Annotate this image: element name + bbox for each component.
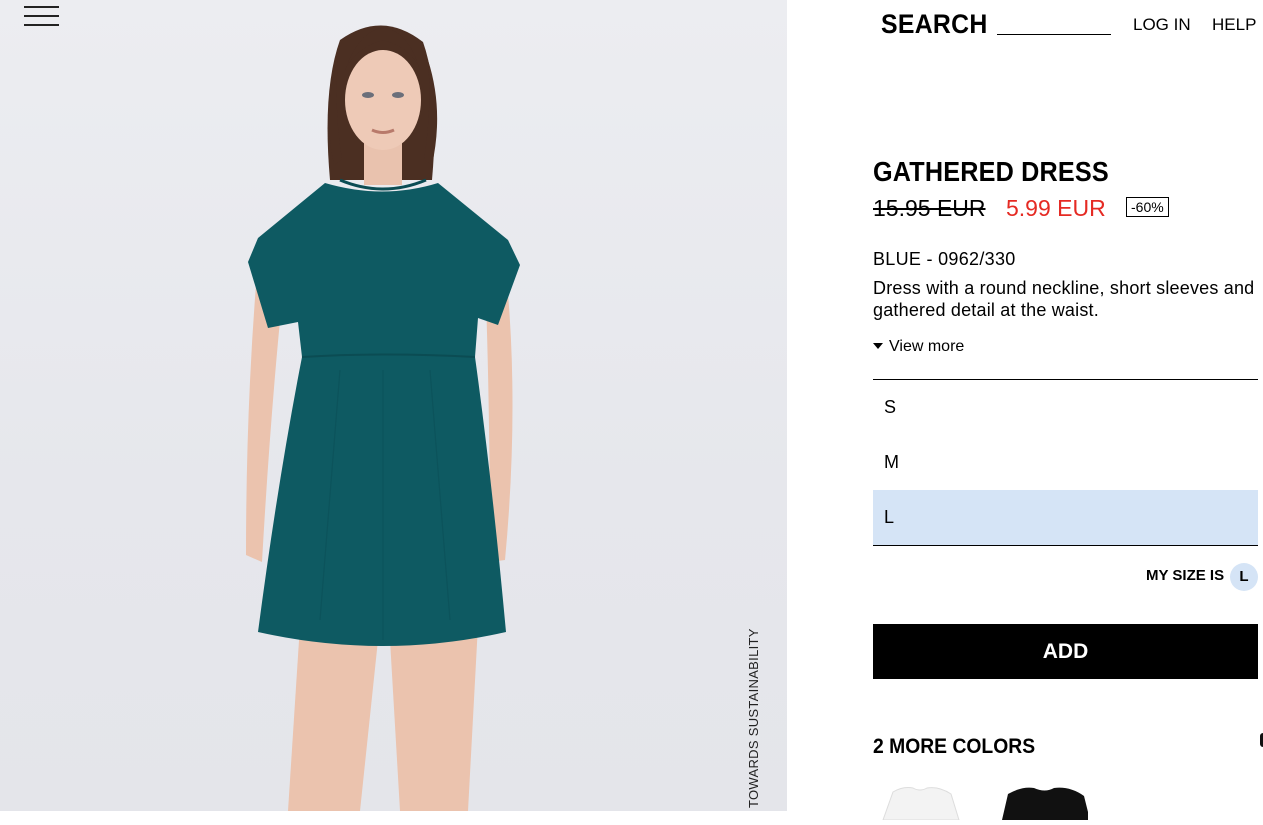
menu-icon[interactable] — [24, 6, 60, 28]
sustainability-link[interactable]: TOWARDS SUSTAINABILITY — [746, 628, 761, 808]
size-option-s[interactable]: S — [873, 380, 1258, 435]
add-button[interactable]: ADD — [873, 624, 1258, 679]
more-colors-heading: 2 MORE COLORS — [873, 735, 1036, 758]
size-option-m[interactable]: M — [873, 435, 1258, 490]
color-swatch-white[interactable] — [873, 780, 963, 821]
view-more-toggle[interactable]: View more — [873, 338, 964, 356]
search-input[interactable] — [997, 14, 1111, 35]
login-link[interactable]: LOG IN — [1133, 15, 1191, 35]
color-reference: BLUE - 0962/330 — [873, 249, 1016, 269]
my-size-label: MY SIZE IS — [1146, 567, 1225, 584]
product-title: GATHERED DRESS — [873, 156, 1109, 187]
product-description: Dress with a round neckline, short sleev… — [873, 278, 1255, 320]
discount-badge: -60% — [1126, 197, 1169, 217]
size-option-l[interactable]: L — [873, 490, 1258, 545]
search-label[interactable]: SEARCH — [881, 9, 988, 40]
model-illustration — [246, 25, 520, 811]
view-more-label: View more — [889, 338, 965, 355]
caret-down-icon — [873, 343, 883, 349]
my-size-badge[interactable]: L — [1230, 563, 1258, 591]
original-price: 15.95 EUR — [873, 195, 986, 221]
sale-price: 5.99 EUR — [1006, 195, 1106, 221]
help-link[interactable]: HELP — [1212, 15, 1256, 35]
size-selector: S M L — [873, 379, 1258, 546]
color-swatch-black[interactable] — [998, 780, 1090, 820]
product-image[interactable]: TOWARDS SUSTAINABILITY — [0, 0, 787, 811]
